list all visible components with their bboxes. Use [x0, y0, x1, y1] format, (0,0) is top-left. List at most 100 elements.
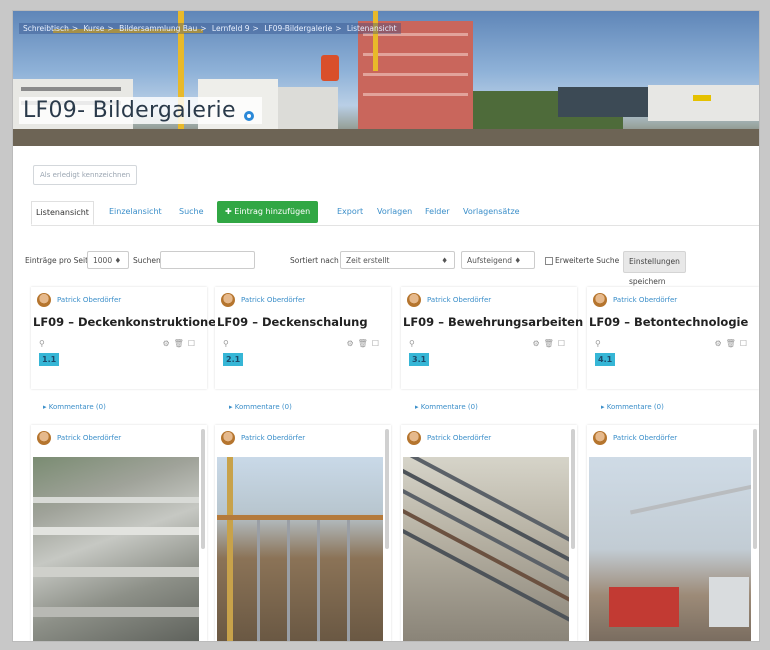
- search-icon[interactable]: ⚲: [39, 339, 45, 348]
- avatar: [593, 293, 607, 307]
- entry-badge: 4.1: [595, 353, 616, 366]
- sort-field-value: Zeit erstellt: [346, 256, 390, 265]
- entry-author[interactable]: Patrick Oberdörfer: [407, 431, 491, 445]
- entry-card: Patrick Oberdörfer LF09 – Deckenschalung…: [215, 287, 391, 389]
- breadcrumb-item[interactable]: Lernfeld 9: [212, 24, 250, 33]
- search-icon[interactable]: ⚲: [409, 339, 415, 348]
- scrollbar[interactable]: [201, 429, 205, 549]
- scrollbar[interactable]: [385, 429, 389, 549]
- tab-templates[interactable]: Vorlagen: [373, 201, 416, 223]
- per-page-select[interactable]: 1000 ♦: [87, 251, 129, 269]
- entry-badge: 2.1: [223, 353, 244, 366]
- author-name: Patrick Oberdörfer: [427, 434, 492, 442]
- page-title-text: LF09- Bildergalerie: [23, 98, 236, 123]
- avatar: [37, 431, 51, 445]
- tab-bar: Listenansicht Einzelansicht Suche ✚ Eint…: [31, 201, 759, 226]
- gear-icon[interactable]: ⚙: [163, 339, 174, 348]
- entry-author[interactable]: Patrick Oberdörfer: [221, 293, 305, 307]
- checkbox-icon[interactable]: ☐: [558, 339, 569, 348]
- add-entry-button[interactable]: ✚ Eintrag hinzufügen: [217, 201, 319, 223]
- avatar: [593, 431, 607, 445]
- entry-photo[interactable]: [33, 457, 199, 641]
- tab-single-view[interactable]: Einzelansicht: [105, 201, 166, 223]
- entry-photo[interactable]: [589, 457, 751, 641]
- breadcrumb-item: Listenansicht: [346, 24, 397, 33]
- chevron-down-icon: ♦: [441, 256, 448, 265]
- entry-title: LF09 – Betontechnologie: [589, 315, 749, 329]
- photo-entry-card: Patrick Oberdörfer: [215, 425, 391, 641]
- entry-badge: 1.1: [39, 353, 60, 366]
- sort-field-select[interactable]: Zeit erstellt ♦: [340, 251, 455, 269]
- checkbox-icon[interactable]: [545, 257, 553, 265]
- search-icon[interactable]: ⚲: [595, 339, 601, 348]
- breadcrumb-item[interactable]: LF09-Bildergalerie: [264, 24, 332, 33]
- breadcrumb-item[interactable]: Kurse: [84, 24, 105, 33]
- page-title: LF09- Bildergalerie: [19, 97, 262, 124]
- photo-entry-card: Patrick Oberdörfer: [31, 425, 207, 641]
- sort-label: Sortiert nach: [290, 256, 339, 265]
- entry-title: LF09 – Deckenkonstruktionen: [33, 315, 225, 329]
- save-settings-button[interactable]: Einstellungen speichern: [623, 251, 686, 286]
- author-name: Patrick Oberdörfer: [613, 434, 678, 442]
- trash-icon[interactable]: 🗑: [726, 339, 740, 348]
- breadcrumb-item[interactable]: Schreibtisch: [23, 24, 69, 33]
- entry-title: LF09 – Bewehrungsarbeiten: [403, 315, 584, 329]
- trash-icon[interactable]: 🗑: [174, 339, 188, 348]
- entry-title: LF09 – Deckenschalung: [217, 315, 368, 329]
- advanced-search-toggle[interactable]: Erweiterte Suche: [545, 251, 619, 271]
- mark-done-button[interactable]: Als erledigt kennzeichnen: [33, 165, 138, 185]
- comments-toggle[interactable]: ▸ Kommentare (0): [415, 403, 478, 411]
- tab-presets[interactable]: Vorlagensätze: [459, 201, 524, 223]
- trash-icon[interactable]: 🗑: [544, 339, 558, 348]
- entry-author[interactable]: Patrick Oberdörfer: [37, 431, 121, 445]
- photo-entry-card: Patrick Oberdörfer: [587, 425, 759, 641]
- entry-card: Patrick Oberdörfer LF09 – Betontechnolog…: [587, 287, 759, 389]
- entry-photo[interactable]: [217, 457, 383, 641]
- scrollbar[interactable]: [753, 429, 757, 549]
- checkbox-icon[interactable]: ☐: [740, 339, 751, 348]
- avatar: [221, 293, 235, 307]
- tab-list-view[interactable]: Listenansicht: [31, 201, 94, 225]
- checkbox-icon[interactable]: ☐: [372, 339, 383, 348]
- scrollbar[interactable]: [571, 429, 575, 549]
- avatar: [37, 293, 51, 307]
- comments-toggle[interactable]: ▸ Kommentare (0): [229, 403, 292, 411]
- gear-icon[interactable]: [242, 104, 256, 121]
- photo-entry-card: Patrick Oberdörfer: [401, 425, 577, 641]
- entry-actions: ⚲ ⚙🗑☐: [409, 339, 569, 351]
- avatar: [407, 293, 421, 307]
- entry-author[interactable]: Patrick Oberdörfer: [593, 293, 677, 307]
- breadcrumb-item[interactable]: Bildersammlung Bau: [119, 24, 197, 33]
- gear-icon[interactable]: ⚙: [533, 339, 544, 348]
- avatar: [407, 431, 421, 445]
- search-input[interactable]: [160, 251, 255, 269]
- tab-search[interactable]: Suche: [175, 201, 208, 223]
- entry-actions: ⚲ ⚙🗑☐: [39, 339, 199, 351]
- entry-photo[interactable]: [403, 457, 569, 641]
- entry-author[interactable]: Patrick Oberdörfer: [221, 431, 305, 445]
- search-icon[interactable]: ⚲: [223, 339, 229, 348]
- comments-toggle[interactable]: ▸ Kommentare (0): [601, 403, 664, 411]
- gear-icon[interactable]: ⚙: [347, 339, 358, 348]
- tab-export[interactable]: Export: [333, 201, 367, 223]
- page-frame: Schreibtisch > Kurse > Bildersammlung Bau >…: [12, 10, 760, 642]
- checkbox-icon[interactable]: ☐: [188, 339, 199, 348]
- avatar: [221, 431, 235, 445]
- breadcrumb: Schreibtisch > Kurse > Bildersammlung Bau >…: [19, 23, 401, 34]
- per-page-label: Einträge pro Seite: [25, 256, 93, 265]
- gear-icon[interactable]: ⚙: [715, 339, 726, 348]
- search-label: Suchen: [133, 256, 161, 265]
- entry-actions: ⚲ ⚙🗑☐: [595, 339, 751, 351]
- author-name: Patrick Oberdörfer: [57, 296, 122, 304]
- entry-author[interactable]: Patrick Oberdörfer: [593, 431, 677, 445]
- entry-author[interactable]: Patrick Oberdörfer: [407, 293, 491, 307]
- author-name: Patrick Oberdörfer: [427, 296, 492, 304]
- entry-card: Patrick Oberdörfer LF09 – Deckenkonstruk…: [31, 287, 224, 389]
- comments-toggle[interactable]: ▸ Kommentare (0): [43, 403, 106, 411]
- entry-author[interactable]: Patrick Oberdörfer: [37, 293, 121, 307]
- tab-fields[interactable]: Felder: [421, 201, 454, 223]
- entry-badge: 3.1: [409, 353, 430, 366]
- sort-order-select[interactable]: Aufsteigend ♦: [461, 251, 535, 269]
- author-name: Patrick Oberdörfer: [57, 434, 122, 442]
- trash-icon[interactable]: 🗑: [358, 339, 372, 348]
